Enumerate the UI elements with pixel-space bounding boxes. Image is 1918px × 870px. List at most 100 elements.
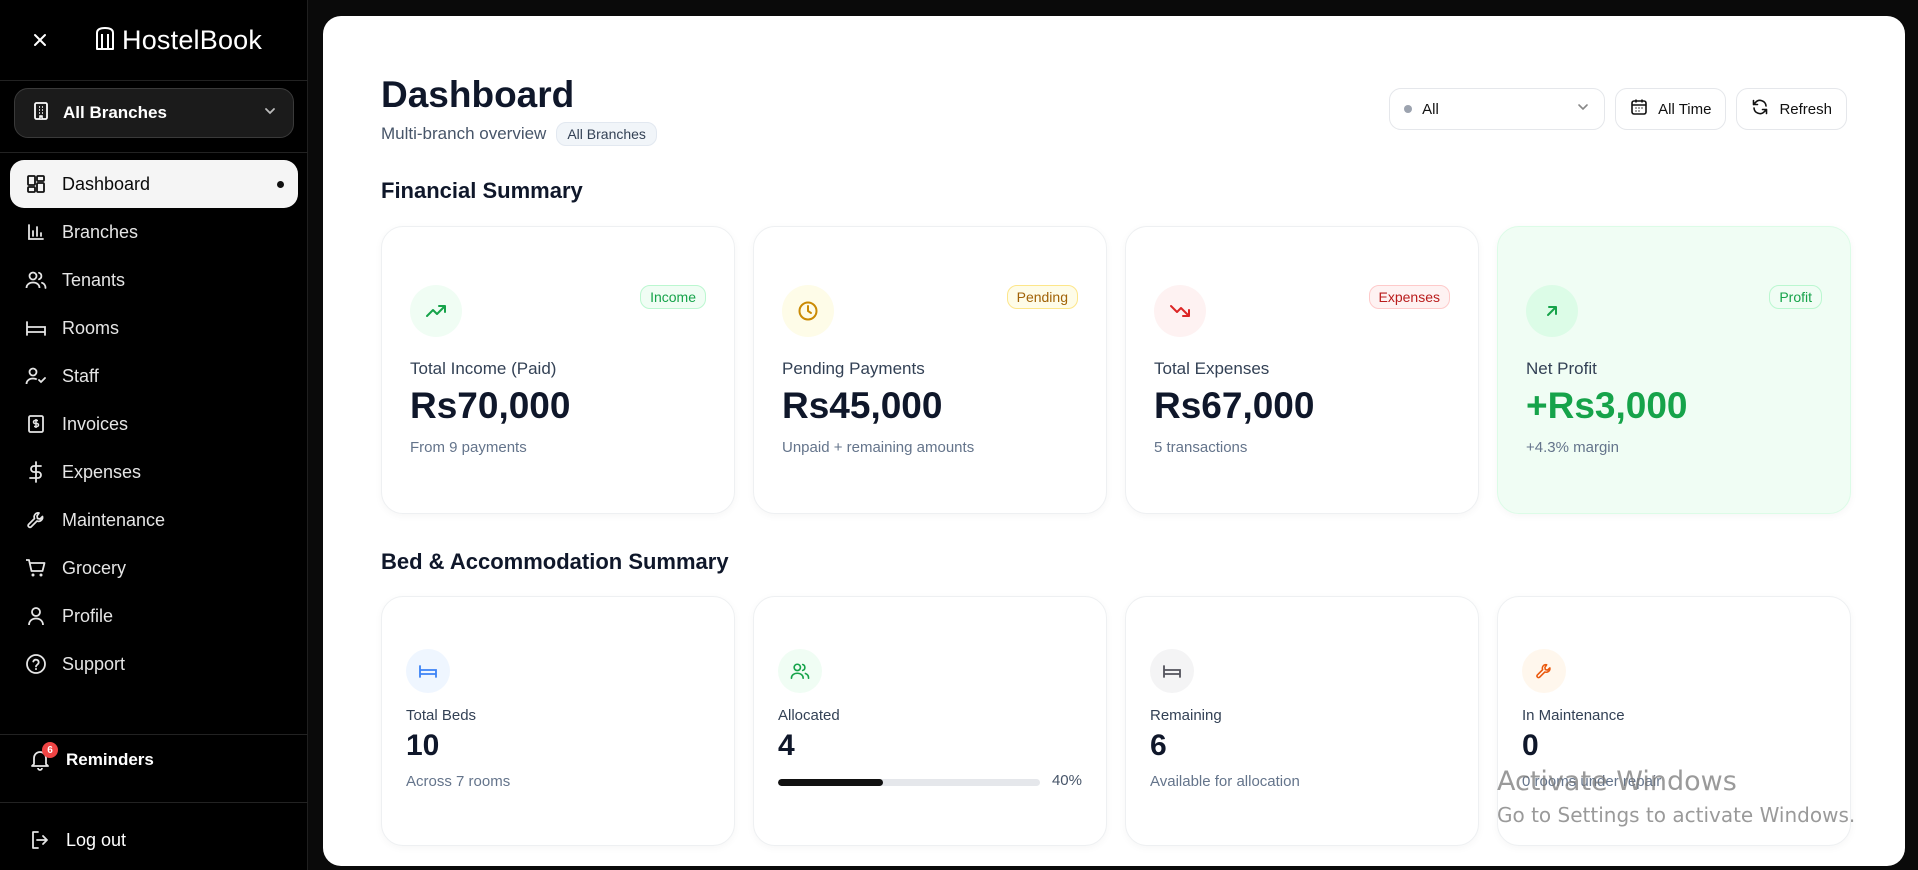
bell-icon: 6 (28, 742, 58, 772)
time-range-label: All Time (1658, 100, 1712, 118)
sidebar-item-staff[interactable]: Staff (10, 352, 298, 400)
sidebar-item-label: Branches (62, 221, 139, 242)
invoice-icon (24, 412, 48, 436)
divider (0, 80, 308, 81)
refresh-label: Refresh (1779, 100, 1832, 118)
card-value: 4 (778, 729, 795, 762)
logout-button[interactable]: Log out (28, 828, 126, 852)
card-value: 6 (1150, 729, 1167, 762)
watermark-line1: Activate Windows (1497, 766, 1737, 797)
status-dot-icon (1404, 105, 1413, 113)
reminders-label: Reminders (66, 750, 154, 769)
income-tag: Income (640, 285, 706, 309)
wrench-icon (24, 508, 48, 532)
financial-summary-title: Financial Summary (381, 178, 583, 203)
remaining-card[interactable]: Remaining 6 Available for allocation (1125, 596, 1479, 846)
sidebar-item-maintenance[interactable]: Maintenance (10, 496, 298, 544)
pending-tag: Pending (1006, 285, 1078, 309)
allocated-card[interactable]: Allocated 4 40% (753, 596, 1107, 846)
card-subtext: Unpaid + remaining amounts (782, 439, 975, 456)
branch-chip: All Branches (556, 122, 657, 146)
bar-chart-icon (24, 220, 48, 244)
card-subtext: +4.3% margin (1526, 439, 1619, 456)
help-icon (24, 652, 48, 676)
profit-card[interactable]: Profit Net Profit +Rs3,000 +4.3% margin (1497, 226, 1851, 514)
sidebar-item-expenses[interactable]: Expenses (10, 448, 298, 496)
card-subtext: Available for allocation (1150, 773, 1300, 790)
card-label: Total Beds (406, 707, 477, 724)
card-value: 10 (406, 729, 440, 762)
sidebar-item-label: Maintenance (62, 509, 166, 530)
sidebar-header: HostelBook (0, 0, 307, 80)
dollar-icon (24, 460, 48, 484)
income-card[interactable]: Income Total Income (Paid) Rs70,000 From… (381, 226, 735, 514)
card-label: Total Income (Paid) (410, 359, 557, 378)
bed-icon (24, 316, 48, 340)
reminders-button[interactable]: 6 Reminders (28, 742, 154, 772)
active-indicator (277, 181, 284, 188)
refresh-button[interactable]: Refresh (1736, 88, 1847, 130)
main-content: Dashboard Multi-branch overview All Bran… (323, 16, 1905, 866)
close-icon[interactable] (28, 28, 52, 52)
refresh-icon (1751, 98, 1769, 120)
sidebar-item-profile[interactable]: Profile (10, 592, 298, 640)
sidebar: HostelBook All Branches Dashboard Branch… (0, 0, 308, 870)
allocation-progress-fill (778, 779, 883, 786)
time-range-button[interactable]: All Time (1615, 88, 1727, 130)
sidebar-item-rooms[interactable]: Rooms (10, 304, 298, 352)
expenses-card[interactable]: Expenses Total Expenses Rs67,000 5 trans… (1125, 226, 1479, 514)
chevron-down-icon (1576, 100, 1590, 118)
calendar-icon (1630, 98, 1648, 120)
sidebar-item-branches[interactable]: Branches (10, 208, 298, 256)
building-icon (31, 101, 51, 126)
branch-selector[interactable]: All Branches (14, 88, 294, 138)
sidebar-item-tenants[interactable]: Tenants (10, 256, 298, 304)
card-label: Pending Payments (782, 359, 925, 378)
divider (0, 152, 308, 153)
financial-cards: Income Total Income (Paid) Rs70,000 From… (381, 226, 1851, 514)
card-label: In Maintenance (1522, 707, 1625, 724)
card-subtext: 5 transactions (1154, 439, 1248, 456)
dashboard-icon (24, 172, 48, 196)
pending-card[interactable]: Pending Pending Payments Rs45,000 Unpaid… (753, 226, 1107, 514)
card-value: +Rs3,000 (1526, 385, 1688, 426)
sidebar-item-label: Expenses (62, 461, 142, 482)
user-check-icon (24, 364, 48, 388)
card-label: Total Expenses (1154, 359, 1270, 378)
divider (0, 802, 308, 803)
toolbar: All All Time Refresh (1389, 88, 1847, 130)
sidebar-item-label: Grocery (62, 557, 127, 578)
cart-icon (24, 556, 48, 580)
card-label: Allocated (778, 707, 840, 724)
sidebar-item-label: Profile (62, 605, 114, 626)
allocation-progress-bar (778, 779, 1040, 786)
total-beds-card[interactable]: Total Beds 10 Across 7 rooms (381, 596, 735, 846)
branch-selector-label: All Branches (63, 103, 167, 122)
sidebar-item-label: Staff (62, 365, 99, 386)
app-window: HostelBook All Branches Dashboard Branch… (0, 0, 1918, 870)
card-value: Rs70,000 (410, 385, 571, 426)
sidebar-item-label: Invoices (62, 413, 129, 434)
sidebar-item-grocery[interactable]: Grocery (10, 544, 298, 592)
card-label: Remaining (1150, 707, 1222, 724)
sidebar-item-dashboard[interactable]: Dashboard (10, 160, 298, 208)
status-filter-value: All (1422, 100, 1439, 118)
watermark-line2: Go to Settings to activate Windows. (1497, 803, 1856, 827)
page-title: Dashboard (381, 74, 575, 115)
users-icon (778, 649, 822, 693)
logout-icon (28, 828, 52, 852)
card-value: Rs67,000 (1154, 385, 1315, 426)
card-label: Net Profit (1526, 359, 1597, 378)
status-filter-select[interactable]: All (1389, 88, 1606, 130)
chevron-down-icon (263, 104, 277, 123)
sidebar-item-invoices[interactable]: Invoices (10, 400, 298, 448)
sidebar-item-support[interactable]: Support (10, 640, 298, 688)
building-logo-icon (94, 26, 116, 55)
brand-logo[interactable]: HostelBook (94, 25, 262, 56)
profit-tag: Profit (1769, 285, 1822, 309)
beds-summary-title: Bed & Accommodation Summary (381, 549, 729, 574)
sidebar-item-label: Dashboard (62, 173, 151, 194)
sidebar-item-label: Tenants (62, 269, 126, 290)
sidebar-item-label: Rooms (62, 317, 120, 338)
sidebar-item-label: Support (62, 653, 126, 674)
